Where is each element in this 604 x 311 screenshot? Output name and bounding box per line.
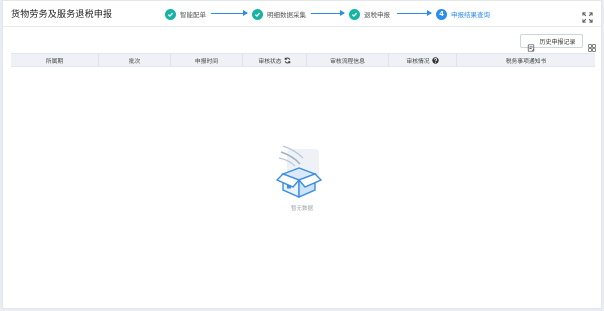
step-label: 申报结果查询: [451, 11, 490, 19]
refresh-icon[interactable]: [284, 57, 291, 64]
column-header-batch[interactable]: 批次: [99, 54, 171, 66]
column-header-review-flow[interactable]: 审核流程信息: [307, 54, 389, 66]
step-label: 智能配单: [180, 11, 206, 19]
column-label: 审核情况: [406, 58, 430, 65]
step-connector: [211, 10, 248, 16]
check-icon: [165, 8, 176, 20]
column-header-tax-notice[interactable]: 税务事项通知书: [457, 54, 595, 66]
empty-box-icon: [273, 144, 333, 202]
history-record-label: 历史申报记录: [539, 38, 576, 46]
step-label: 退税申报: [364, 11, 390, 19]
column-header-review-status[interactable]: 审核状态: [243, 54, 307, 66]
step-number: 4: [436, 8, 447, 20]
step-label: 明细数据采集: [267, 11, 306, 19]
step-3[interactable]: 退税申报: [349, 5, 390, 23]
empty-state-text: 暂无数据: [290, 206, 313, 212]
column-header-period[interactable]: 所属期: [11, 54, 99, 66]
fullscreen-icon[interactable]: [582, 8, 593, 23]
check-icon: [252, 8, 263, 20]
check-icon: [349, 8, 360, 20]
empty-state: 暂无数据: [3, 141, 601, 221]
step-1[interactable]: 智能配单: [165, 5, 206, 23]
column-label: 批次: [128, 58, 141, 65]
step-4[interactable]: 4 申报结果查询: [436, 5, 490, 23]
main-panel: 货物劳务及服务退税申报 智能配单 明细数据采集 退税申报 4 申报结果查询 历史…: [2, 0, 602, 309]
help-icon[interactable]: [431, 56, 439, 64]
grid-icon[interactable]: [588, 37, 596, 52]
column-label: 审核状态: [258, 58, 282, 65]
column-label: 申报时间: [194, 58, 219, 65]
history-record-button[interactable]: 历史申报记录: [520, 34, 583, 52]
column-header-declare-time[interactable]: 申报时间: [171, 54, 243, 66]
document-icon: [527, 37, 535, 52]
toolbar: 历史申报记录: [3, 31, 601, 52]
column-label: 审核流程信息: [330, 58, 365, 65]
table-header: 所属期 批次 申报时间 审核状态 审核流程信息 审核情况 税务事项通知书: [11, 53, 595, 67]
column-label: 所属期: [45, 58, 64, 65]
header: 货物劳务及服务退税申报 智能配单 明细数据采集 退税申报 4 申报结果查询: [3, 1, 601, 27]
step-connector: [311, 10, 345, 16]
step-connector: [397, 10, 432, 16]
column-header-review-result[interactable]: 审核情况: [389, 54, 457, 66]
step-2[interactable]: 明细数据采集: [252, 5, 306, 23]
page-title: 货物劳务及服务退税申报: [11, 10, 113, 20]
column-label: 税务事项通知书: [505, 58, 547, 65]
